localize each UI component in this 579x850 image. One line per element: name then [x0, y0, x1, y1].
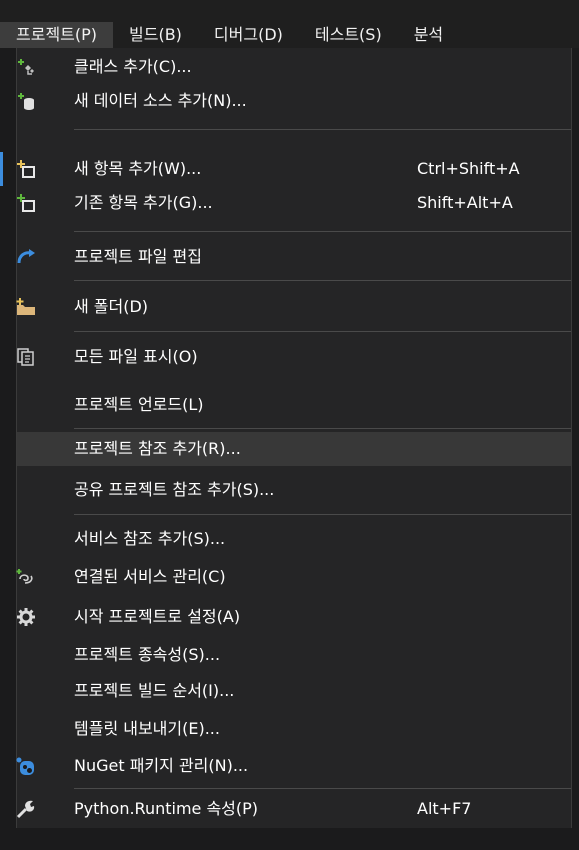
menu-item-manage-connected-services[interactable]: 연결된 서비스 관리(C)	[15, 560, 571, 594]
project-dropdown-menu: 클래스 추가(C)... 새 데이터 소스 추가(N)... 새 항목 추가(W…	[16, 48, 572, 829]
menu-item-set-startup-project[interactable]: 시작 프로젝트로 설정(A)	[17, 600, 571, 634]
editor-accent-bar	[0, 152, 3, 186]
menu-item-label: 새 데이터 소스 추가(N)...	[74, 91, 247, 110]
menu-item-add-service-reference[interactable]: 서비스 참조 추가(S)...	[17, 522, 571, 556]
separator	[74, 514, 571, 515]
menu-item-label: 시작 프로젝트로 설정(A)	[74, 607, 241, 626]
connected-services-icon	[15, 564, 37, 590]
gear-icon	[15, 604, 37, 630]
menu-item-add-shared-project-reference[interactable]: 공유 프로젝트 참조 추가(S)...	[17, 473, 571, 507]
background-strip	[0, 828, 579, 850]
menu-item-manage-nuget-packages[interactable]: NuGet 패키지 관리(N)...	[15, 749, 571, 783]
menu-item-shortcut: Shift+Alt+A	[417, 193, 513, 212]
menu-item-export-template[interactable]: 템플릿 내보내기(E)...	[17, 712, 571, 746]
separator	[74, 280, 571, 281]
add-data-source-icon	[15, 88, 37, 114]
menu-item-shortcut: Ctrl+Shift+A	[417, 159, 520, 178]
menu-project[interactable]: 프로젝트(P)	[0, 22, 114, 48]
menu-item-properties[interactable]: Python.Runtime 속성(P) Alt+F7	[15, 792, 571, 826]
existing-item-icon	[15, 190, 37, 216]
separator	[74, 331, 571, 332]
menu-item-label: 연결된 서비스 관리(C)	[74, 567, 226, 586]
menu-item-show-all-files[interactable]: 모든 파일 표시(O)	[17, 340, 571, 374]
menu-debug[interactable]: 디버그(D)	[198, 22, 299, 48]
menu-item-label: 프로젝트 빌드 순서(I)...	[74, 681, 235, 700]
menu-item-label: 새 폴더(D)	[74, 297, 149, 316]
menu-item-label: 서비스 참조 추가(S)...	[74, 529, 226, 548]
new-item-icon	[15, 156, 37, 182]
menu-item-label: 새 항목 추가(W)...	[74, 159, 202, 178]
menu-build[interactable]: 빌드(B)	[113, 22, 198, 48]
menu-item-label: 모든 파일 표시(O)	[74, 347, 198, 366]
new-folder-icon	[15, 294, 37, 320]
menu-item-label: 기존 항목 추가(G)...	[74, 193, 213, 212]
menu-item-label: 템플릿 내보내기(E)...	[74, 719, 220, 738]
menu-item-project-dependencies[interactable]: 프로젝트 종속성(S)...	[17, 638, 571, 672]
menu-item-label: 프로젝트 참조 추가(R)...	[74, 439, 241, 458]
menu-item-new-folder[interactable]: 새 폴더(D)	[15, 290, 571, 324]
nuget-icon	[15, 753, 37, 779]
edit-file-icon	[15, 244, 37, 270]
menu-item-label: 프로젝트 언로드(L)	[74, 395, 204, 414]
menu-analyze[interactable]: 분석	[398, 22, 459, 48]
menu-item-add-project-reference[interactable]: 프로젝트 참조 추가(R)...	[17, 432, 571, 466]
menu-item-label: 프로젝트 종속성(S)...	[74, 645, 221, 664]
menu-item-unload-project[interactable]: 프로젝트 언로드(L)	[17, 388, 571, 422]
separator	[74, 788, 571, 789]
menu-item-edit-project-file[interactable]: 프로젝트 파일 편집	[17, 240, 571, 274]
menu-item-shortcut: Alt+F7	[417, 799, 472, 818]
menu-test[interactable]: 테스트(S)	[299, 22, 398, 48]
show-all-files-icon	[15, 344, 37, 370]
menu-item-new-item[interactable]: 새 항목 추가(W)... Ctrl+Shift+A	[17, 152, 571, 186]
menu-item-add-data-source[interactable]: 새 데이터 소스 추가(N)...	[17, 84, 571, 118]
menu-item-label: Python.Runtime 속성(P)	[74, 799, 259, 818]
menu-item-label: 공유 프로젝트 참조 추가(S)...	[74, 480, 275, 499]
menu-bar: 프로젝트(P) 빌드(B) 디버그(D) 테스트(S) 분석	[0, 0, 579, 48]
menu-item-label: NuGet 패키지 관리(N)...	[74, 756, 249, 775]
menu-item-project-build-order[interactable]: 프로젝트 빌드 순서(I)...	[17, 674, 571, 708]
menu-item-add-class[interactable]: 클래스 추가(C)...	[17, 50, 571, 84]
separator	[74, 231, 571, 232]
separator	[74, 428, 571, 429]
wrench-icon	[15, 796, 37, 822]
menu-item-existing-item[interactable]: 기존 항목 추가(G)... Shift+Alt+A	[17, 186, 571, 220]
separator	[74, 129, 571, 130]
menu-item-label: 클래스 추가(C)...	[74, 57, 192, 76]
menu-item-label: 프로젝트 파일 편집	[74, 247, 202, 266]
add-class-icon	[15, 54, 37, 80]
